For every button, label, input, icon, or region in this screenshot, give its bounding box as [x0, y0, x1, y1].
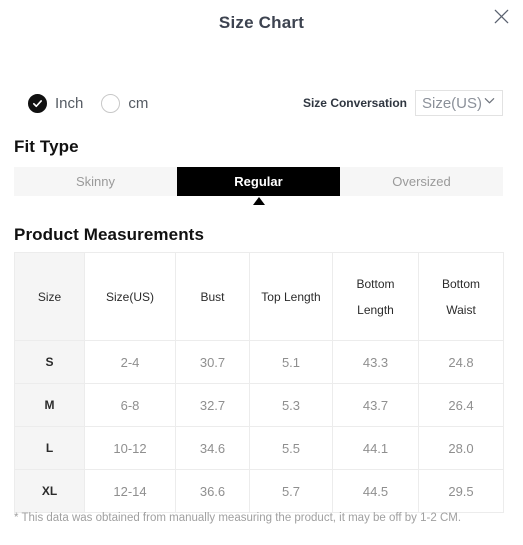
size-conversation-select[interactable]: Size(US) [415, 90, 503, 116]
page-title: Size Chart [218, 13, 305, 32]
fit-type-tabs: Skinny Regular Oversized [14, 167, 503, 196]
column-header-bottom-waist-line1: Bottom [441, 276, 480, 291]
size-conversation-group: Size Conversation Size(US) [303, 86, 503, 120]
cell-top-length: 5.1 [249, 340, 333, 384]
close-icon [494, 9, 509, 24]
cell-bottom-waist: 24.8 [418, 340, 504, 384]
column-header-top-length-line1: Top Length [261, 289, 321, 304]
tab-skinny[interactable]: Skinny [14, 167, 177, 196]
unit-radio-group: Inch cm [28, 86, 148, 120]
column-header-bottom-length-line1: Bottom [356, 276, 395, 291]
table-row: S 2-4 30.7 5.1 43.3 24.8 [14, 340, 504, 384]
cell-bottom-waist: 26.4 [418, 383, 504, 427]
tab-regular[interactable]: Regular [177, 167, 340, 196]
cell-size: S [14, 340, 85, 384]
table-row: XL 12-14 36.6 5.7 44.5 29.5 [14, 469, 504, 513]
column-header-size-us-line1: Size(US) [105, 289, 154, 304]
unit-option-inch[interactable]: Inch [28, 93, 84, 113]
tab-oversized[interactable]: Oversized [340, 167, 503, 196]
unit-and-conversion-row: Inch cm Size Conversation Size(US) [0, 86, 523, 120]
size-measurements-table: Size Size(US) Bust Top Length Bottom Len… [14, 252, 504, 513]
cell-size: L [14, 426, 85, 470]
radio-unselected-icon [101, 93, 121, 113]
column-header-top-length: Top Length [249, 252, 333, 341]
cell-bottom-length: 44.5 [332, 469, 419, 513]
column-header-bust: Bust [175, 252, 250, 341]
cell-size-us: 10-12 [84, 426, 176, 470]
cell-bottom-length: 44.1 [332, 426, 419, 470]
unit-option-inch-label: Inch [55, 94, 84, 112]
measurement-disclaimer: * This data was obtained from manually m… [14, 512, 462, 524]
cell-bust: 34.6 [175, 426, 250, 470]
cell-top-length: 5.7 [249, 469, 333, 513]
unit-option-cm-label: cm [128, 94, 149, 112]
product-measurements-heading: Product Measurements [14, 225, 204, 244]
cell-size-us: 6-8 [84, 383, 176, 427]
cell-size: M [14, 383, 85, 427]
table-row: L 10-12 34.6 5.5 44.1 28.0 [14, 426, 504, 470]
modal-header: Size Chart [0, 0, 523, 48]
cell-bottom-length: 43.3 [332, 340, 419, 384]
chevron-down-icon [483, 94, 496, 112]
column-header-size-line1: Size [37, 289, 62, 304]
column-header-bust-line1: Bust [200, 289, 225, 304]
column-header-bottom-length-line2: Length [357, 302, 394, 317]
fit-type-heading: Fit Type [14, 137, 79, 156]
cell-top-length: 5.3 [249, 383, 333, 427]
column-header-bottom-waist-line2: Waist [446, 302, 476, 317]
cell-top-length: 5.5 [249, 426, 333, 470]
cell-bust: 30.7 [175, 340, 250, 384]
cell-bottom-length: 43.7 [332, 383, 419, 427]
column-header-size: Size [14, 252, 85, 341]
active-tab-pointer-icon [253, 197, 265, 205]
table-header-row: Size Size(US) Bust Top Length Bottom Len… [14, 252, 504, 341]
cell-bust: 32.7 [175, 383, 250, 427]
cell-bottom-waist: 29.5 [418, 469, 504, 513]
cell-bust: 36.6 [175, 469, 250, 513]
unit-option-cm[interactable]: cm [101, 93, 149, 113]
cell-size: XL [14, 469, 85, 513]
column-header-bottom-waist: Bottom Waist [418, 252, 504, 341]
cell-size-us: 2-4 [84, 340, 176, 384]
cell-bottom-waist: 28.0 [418, 426, 504, 470]
size-conversation-label: Size Conversation [302, 96, 407, 110]
close-button[interactable] [489, 4, 513, 28]
column-header-bottom-length: Bottom Length [332, 252, 419, 341]
radio-selected-icon [28, 93, 47, 113]
cell-size-us: 12-14 [84, 469, 176, 513]
table-row: M 6-8 32.7 5.3 43.7 26.4 [14, 383, 504, 427]
size-conversation-value: Size(US) [421, 94, 482, 112]
column-header-size-us: Size(US) [84, 252, 176, 341]
